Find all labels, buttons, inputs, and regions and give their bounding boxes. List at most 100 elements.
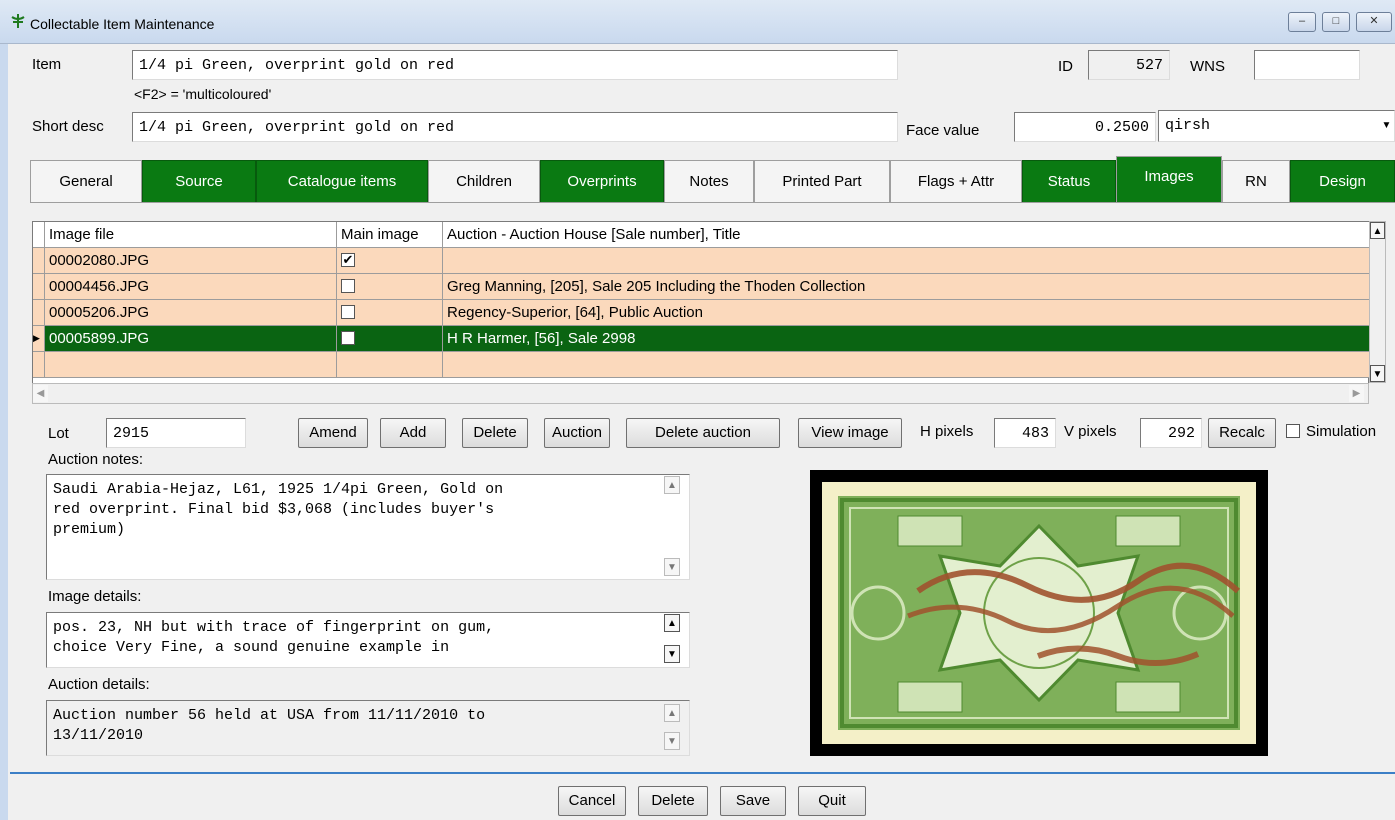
cell-image-file[interactable]: 00005206.JPG (45, 300, 337, 326)
tab-overprints[interactable]: Overprints (540, 160, 664, 202)
main-image-checkbox[interactable] (341, 279, 355, 293)
stamp-design (838, 496, 1241, 730)
add-button[interactable]: Add (380, 418, 446, 448)
grid-corner (33, 222, 45, 248)
scroll-left-icon[interactable]: ◀ (33, 385, 48, 402)
item-input[interactable]: 1/4 pi Green, overprint gold on red (132, 50, 898, 80)
cell-auction[interactable]: Greg Manning, [205], Sale 205 Including … (443, 274, 1370, 300)
cell-auction[interactable] (443, 248, 1370, 274)
tab-printed-part[interactable]: Printed Part (754, 160, 890, 202)
auction-details-label: Auction details: (48, 676, 150, 693)
auction-details-memo: Auction number 56 held at USA from 11/11… (46, 700, 690, 756)
v-pixels-label: V pixels (1064, 423, 1117, 440)
scroll-up-icon[interactable]: ▲ (1370, 222, 1385, 239)
cell-image-file[interactable]: 00002080.JPG (45, 248, 337, 274)
row-indicator (33, 352, 45, 378)
tab-design[interactable]: Design (1290, 160, 1395, 202)
delete-auction-button[interactable]: Delete auction (626, 418, 780, 448)
short-desc-input[interactable]: 1/4 pi Green, overprint gold on red (132, 112, 898, 142)
short-desc-label: Short desc (32, 118, 104, 135)
grid-horizontal-scrollbar[interactable]: ◀ ▶ (32, 383, 1369, 404)
column-header-auction[interactable]: Auction - Auction House [Sale number], T… (443, 222, 1370, 248)
item-hint: <F2> = 'multicoloured' (134, 86, 272, 102)
tab-status[interactable]: Status (1022, 160, 1116, 202)
id-label: ID (1058, 58, 1073, 75)
close-button[interactable]: ✕ (1356, 12, 1392, 32)
scroll-down-icon[interactable]: ▼ (664, 732, 680, 750)
tab-general[interactable]: General (30, 160, 142, 202)
cell-image-file[interactable] (45, 352, 337, 378)
footer-divider (10, 772, 1395, 774)
face-value-label: Face value (906, 122, 980, 139)
cell-main-image[interactable] (337, 300, 443, 326)
cell-main-image[interactable] (337, 326, 443, 352)
images-grid[interactable]: Image file Main image Auction - Auction … (32, 221, 1370, 404)
column-header-image-file[interactable]: Image file (45, 222, 337, 248)
scroll-up-icon[interactable]: ▲ (664, 704, 680, 722)
tab-catalogue-items[interactable]: Catalogue items (256, 160, 428, 202)
tab-images[interactable]: Images (1116, 156, 1222, 202)
tab-source[interactable]: Source (142, 160, 256, 202)
item-label: Item (32, 56, 62, 73)
h-pixels-input[interactable]: 483 (994, 418, 1056, 448)
wns-input[interactable] (1254, 50, 1360, 80)
cell-main-image[interactable] (337, 352, 443, 378)
id-field: 527 (1088, 50, 1170, 80)
scroll-right-icon[interactable]: ▶ (1349, 385, 1364, 402)
cell-main-image[interactable] (337, 274, 443, 300)
window-frame (0, 44, 8, 820)
title-bar: Collectable Item Maintenance – □ ✕ (0, 0, 1395, 44)
quit-button[interactable]: Quit (798, 786, 866, 816)
main-image-checkbox[interactable]: ✔ (341, 253, 355, 267)
auction-button[interactable]: Auction (544, 418, 610, 448)
delete-button[interactable]: Delete (638, 786, 708, 816)
cell-auction[interactable]: H R Harmer, [56], Sale 2998 (443, 326, 1370, 352)
grid-vertical-scrollbar[interactable]: ▲ ▼ (1369, 221, 1386, 383)
face-value-input[interactable]: 0.2500 (1014, 112, 1156, 142)
tab-flags-attr[interactable]: Flags + Attr (890, 160, 1022, 202)
h-pixels-label: H pixels (920, 423, 974, 440)
row-indicator (33, 274, 45, 300)
cell-auction[interactable] (443, 352, 1370, 378)
cell-auction[interactable]: Regency-Superior, [64], Public Auction (443, 300, 1370, 326)
image-details-label: Image details: (48, 588, 142, 605)
scroll-up-icon[interactable]: ▲ (664, 476, 680, 494)
row-pointer-icon: ▶ (33, 326, 45, 352)
auction-notes-memo[interactable]: Saudi Arabia-Hejaz, L61, 1925 1/4pi Gree… (46, 474, 690, 580)
maximize-button[interactable]: □ (1322, 12, 1350, 32)
window-title: Collectable Item Maintenance (30, 16, 215, 32)
save-button[interactable]: Save (720, 786, 786, 816)
scroll-down-icon[interactable]: ▼ (664, 558, 680, 576)
chevron-down-icon[interactable]: ▼ (1378, 117, 1395, 135)
scroll-down-icon[interactable]: ▼ (1370, 365, 1385, 382)
face-unit-select[interactable]: qirsh (1158, 110, 1395, 142)
auction-notes-label: Auction notes: (48, 451, 144, 468)
cancel-button[interactable]: Cancel (558, 786, 626, 816)
row-indicator (33, 248, 45, 274)
cell-image-file[interactable]: 00005899.JPG (45, 326, 337, 352)
recalc-button[interactable]: Recalc (1208, 418, 1276, 448)
row-indicator (33, 300, 45, 326)
app-icon (10, 13, 26, 29)
simulation-checkbox[interactable] (1286, 424, 1300, 438)
minimize-button[interactable]: – (1288, 12, 1316, 32)
image-details-memo[interactable]: pos. 23, NH but with trace of fingerprin… (46, 612, 690, 668)
amend-button[interactable]: Amend (298, 418, 368, 448)
cell-main-image[interactable]: ✔ (337, 248, 443, 274)
scroll-down-icon[interactable]: ▼ (664, 645, 680, 663)
lot-input[interactable]: 2915 (106, 418, 246, 448)
tab-rn[interactable]: RN (1222, 160, 1290, 202)
v-pixels-input[interactable]: 292 (1140, 418, 1202, 448)
main-image-checkbox[interactable] (341, 331, 355, 345)
tab-children[interactable]: Children (428, 160, 540, 202)
view-image-button[interactable]: View image (798, 418, 902, 448)
tab-notes[interactable]: Notes (664, 160, 754, 202)
column-header-main-image[interactable]: Main image (337, 222, 443, 248)
main-image-checkbox[interactable] (341, 305, 355, 319)
cell-image-file[interactable]: 00004456.JPG (45, 274, 337, 300)
scroll-up-icon[interactable]: ▲ (664, 614, 680, 632)
wns-label: WNS (1190, 58, 1225, 75)
delete-image-button[interactable]: Delete (462, 418, 528, 448)
simulation-label: Simulation (1306, 423, 1377, 440)
lot-label: Lot (48, 425, 69, 442)
